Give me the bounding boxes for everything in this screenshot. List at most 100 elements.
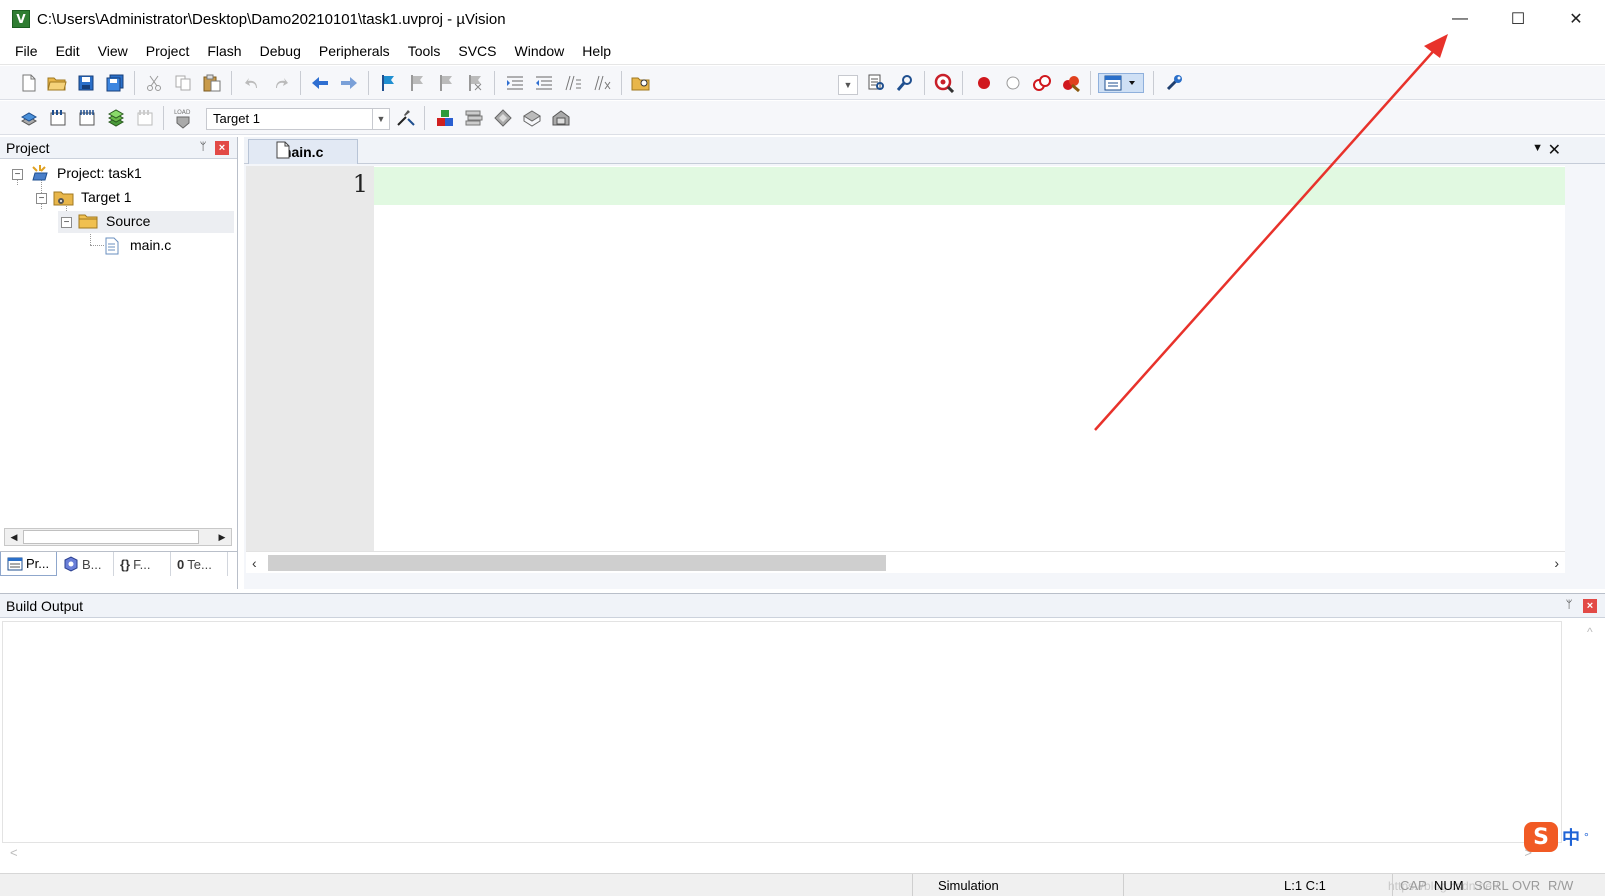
build-output-title: Build Output	[6, 598, 84, 614]
next-bookmark-icon[interactable]	[435, 73, 457, 93]
tree-item-target[interactable]: − Target 1	[0, 187, 237, 209]
clear-bookmarks-icon[interactable]	[464, 73, 486, 93]
scroll-left-arrow[interactable]: ◀	[5, 529, 23, 545]
tab-templates[interactable]: 0 Te...	[171, 552, 228, 576]
scroll-left-arrow[interactable]: ‹	[252, 555, 257, 571]
rebuild-all-icon[interactable]	[76, 108, 98, 128]
paste-icon[interactable]	[201, 73, 223, 93]
tab-functions[interactable]: {} F...	[114, 552, 171, 576]
close-window-button[interactable]: ✕	[1547, 0, 1605, 38]
scrollbar-thumb[interactable]	[268, 555, 886, 571]
close-project-panel-button[interactable]: ×	[215, 141, 229, 155]
disable-all-breakpoints-icon[interactable]	[1031, 73, 1053, 93]
configuration-wrench-icon[interactable]	[1163, 73, 1185, 93]
enable-breakpoint-icon[interactable]	[1002, 73, 1024, 93]
manage-run-time-environment-icon[interactable]	[492, 108, 514, 128]
code-editor[interactable]: 1	[246, 166, 1565, 551]
scroll-left-arrow[interactable]: <	[10, 845, 18, 860]
close-build-output-button[interactable]: ×	[1583, 599, 1597, 613]
software-packs-icon[interactable]	[550, 108, 572, 128]
navigate-forward-icon[interactable]	[338, 73, 360, 93]
find-icon[interactable]	[865, 73, 887, 93]
scroll-up-arrow[interactable]: ^	[1587, 625, 1593, 639]
pin-icon[interactable]: ᛘ	[197, 141, 209, 154]
cut-icon[interactable]	[143, 73, 165, 93]
minimize-button[interactable]: —	[1431, 0, 1489, 38]
open-file-icon[interactable]	[46, 73, 68, 93]
maximize-button[interactable]: ☐	[1489, 0, 1547, 38]
build-output-vertical-scrollbar[interactable]: ^	[1583, 621, 1601, 843]
target-select[interactable]: Target 1 ▼	[206, 108, 390, 130]
tab-main-c[interactable]: main.c	[248, 139, 358, 164]
ime-indicator[interactable]: S 中 °	[1524, 822, 1589, 852]
window-layout-dropdown[interactable]	[1098, 73, 1144, 93]
chevron-down-icon: ▼	[372, 109, 389, 129]
menu-help[interactable]: Help	[573, 38, 620, 65]
insert-bookmark-icon[interactable]	[377, 73, 399, 93]
scrollbar-thumb[interactable]	[23, 530, 199, 544]
menu-flash[interactable]: Flash	[198, 38, 250, 65]
menu-peripherals[interactable]: Peripherals	[310, 38, 399, 65]
kill-all-breakpoints-icon[interactable]	[1060, 73, 1082, 93]
scroll-right-arrow[interactable]: ▶	[213, 529, 231, 545]
collapse-toggle[interactable]: −	[12, 169, 23, 180]
scroll-right-arrow[interactable]: ›	[1554, 555, 1559, 571]
start-debug-session-icon[interactable]	[933, 73, 955, 93]
tree-item-project[interactable]: − Project: task1	[0, 163, 237, 185]
menu-file[interactable]: File	[6, 38, 47, 65]
menu-edit[interactable]: Edit	[47, 38, 89, 65]
menu-tools[interactable]: Tools	[399, 38, 450, 65]
manage-project-items-icon[interactable]	[434, 108, 456, 128]
indent-icon[interactable]	[504, 73, 526, 93]
uncomment-selection-icon[interactable]	[591, 73, 613, 93]
menu-window[interactable]: Window	[506, 38, 574, 65]
tab-list-dropdown[interactable]: ▼	[1532, 142, 1543, 154]
navigate-back-icon[interactable]	[309, 73, 331, 93]
collapse-toggle[interactable]: −	[61, 217, 72, 228]
select-packs-icon[interactable]	[463, 108, 485, 128]
tree-item-source-group[interactable]: − Source	[58, 211, 234, 233]
new-file-icon[interactable]	[18, 73, 40, 93]
save-all-icon[interactable]	[104, 73, 126, 93]
build-output-text[interactable]	[2, 621, 1562, 843]
unindent-icon[interactable]	[533, 73, 555, 93]
folder-icon	[78, 214, 98, 229]
copy-icon[interactable]	[172, 73, 194, 93]
redo-icon[interactable]	[270, 73, 292, 93]
collapse-toggle[interactable]: −	[36, 193, 47, 204]
tab-label: B...	[82, 556, 102, 572]
tree-item-main-c[interactable]: main.c	[0, 235, 237, 257]
templates-icon: 0	[177, 556, 185, 572]
tree-item-label: Source	[106, 213, 151, 229]
undo-icon[interactable]	[241, 73, 263, 93]
svg-text:LOAD: LOAD	[174, 109, 191, 116]
insert-breakpoint-icon[interactable]	[973, 73, 995, 93]
close-tab-button[interactable]: ✕	[1548, 140, 1561, 160]
project-horizontal-scrollbar[interactable]: ◀ ▶	[4, 528, 232, 546]
editor-horizontal-scrollbar[interactable]: ‹ ›	[246, 551, 1565, 573]
find-in-files-icon[interactable]	[630, 73, 652, 93]
status-divider	[1123, 874, 1124, 896]
menu-debug[interactable]: Debug	[251, 38, 310, 65]
download-load-icon[interactable]: LOAD	[172, 108, 194, 129]
build-target-icon[interactable]	[47, 108, 69, 128]
options-for-target-icon[interactable]	[395, 108, 417, 128]
tree-item-label: Target 1	[81, 189, 132, 205]
menu-view[interactable]: View	[89, 38, 137, 65]
menu-svcs[interactable]: SVCS	[449, 38, 505, 65]
incremental-find-icon[interactable]	[894, 73, 916, 93]
previous-bookmark-icon[interactable]	[406, 73, 428, 93]
tab-project[interactable]: Pr...	[0, 552, 57, 576]
find-combo-dropdown[interactable]: ▼	[838, 75, 858, 95]
stop-build-icon[interactable]	[134, 108, 156, 128]
save-icon[interactable]	[75, 73, 97, 93]
pack-installer-icon[interactable]	[521, 108, 543, 128]
batch-build-icon[interactable]	[105, 108, 127, 128]
tab-books[interactable]: B...	[57, 552, 114, 576]
comment-selection-icon[interactable]	[562, 73, 584, 93]
translate-icon[interactable]	[18, 108, 40, 128]
pin-icon[interactable]: ᛘ	[1563, 599, 1575, 612]
menu-project[interactable]: Project	[137, 38, 199, 65]
build-output-horizontal-scrollbar[interactable]: < >	[2, 843, 1582, 865]
tree-item-label: main.c	[130, 237, 172, 253]
